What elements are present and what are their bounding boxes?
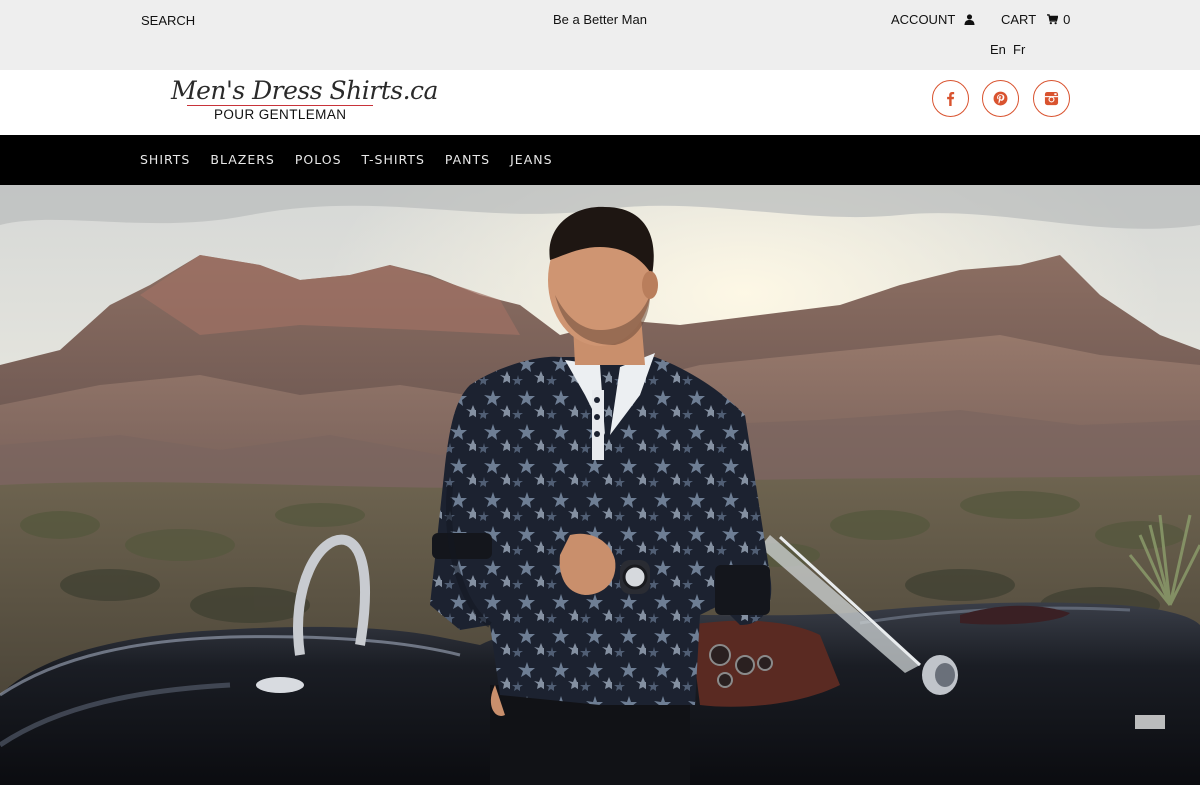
cart-link[interactable]: CART 0 (1001, 12, 1070, 27)
instagram-icon (1044, 91, 1059, 106)
pinterest-link[interactable] (982, 80, 1019, 117)
user-icon (964, 14, 975, 25)
facebook-link[interactable] (932, 80, 969, 117)
facebook-icon (947, 91, 955, 106)
account-link[interactable]: ACCOUNT (891, 12, 975, 27)
cart-count: 0 (1063, 12, 1071, 27)
nav-item-jeans[interactable]: JEANS (510, 152, 552, 167)
logo-script-text: Men's Dress Shirts.ca (171, 76, 438, 105)
instagram-link[interactable] (1033, 80, 1070, 117)
nav-item-shirts[interactable]: SHIRTS (140, 152, 190, 167)
nav-item-t-shirts[interactable]: T-SHIRTS (362, 152, 425, 167)
top-utility-bar: SEARCH Be a Better Man ACCOUNT CART 0 En… (0, 0, 1200, 70)
tagline: Be a Better Man (553, 12, 647, 27)
logo-subtitle: POUR GENTLEMAN (214, 107, 347, 122)
logo-divider (187, 105, 373, 106)
hero-photo (0, 185, 1200, 785)
account-label: ACCOUNT (891, 12, 956, 27)
cart-label: CART (1001, 12, 1037, 27)
page-bottom-strip (0, 785, 1200, 800)
hero-banner[interactable] (0, 185, 1200, 785)
nav-list: SHIRTS BLAZERS POLOS T-SHIRTS PANTS JEAN… (140, 152, 553, 167)
pinterest-icon (993, 91, 1008, 106)
site-logo[interactable]: Men's Dress Shirts.ca POUR GENTLEMAN (171, 76, 438, 124)
nav-item-pants[interactable]: PANTS (445, 152, 490, 167)
shopping-cart-icon (1047, 14, 1059, 25)
nav-item-blazers[interactable]: BLAZERS (210, 152, 274, 167)
header-logo-row: Men's Dress Shirts.ca POUR GENTLEMAN (0, 70, 1200, 135)
nav-item-polos[interactable]: POLOS (295, 152, 342, 167)
main-navigation: SHIRTS BLAZERS POLOS T-SHIRTS PANTS JEAN… (0, 135, 1200, 185)
language-fr[interactable]: Fr (1013, 42, 1025, 57)
language-en[interactable]: En (990, 42, 1006, 57)
